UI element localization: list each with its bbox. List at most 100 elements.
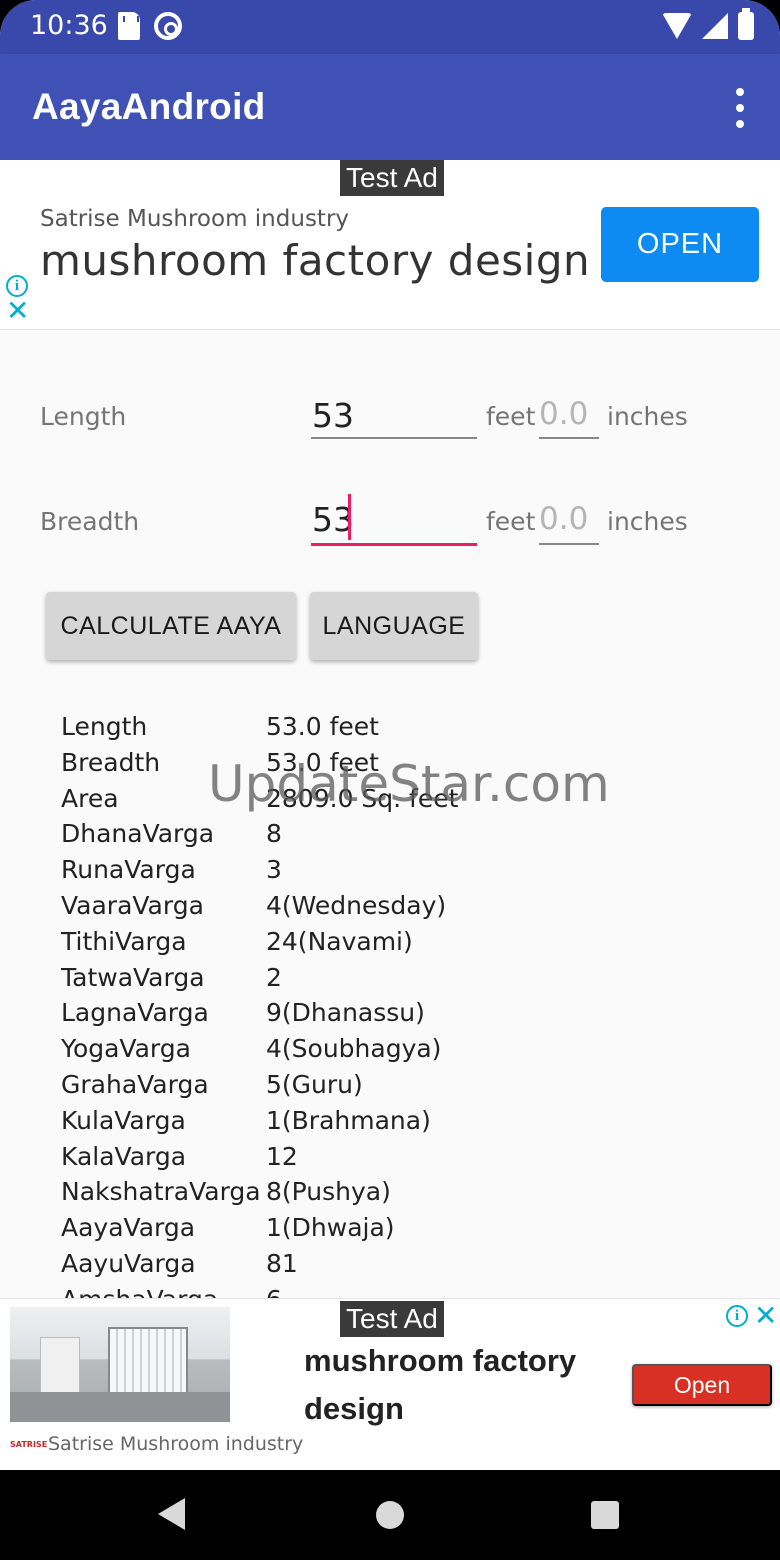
result-value: 81: [266, 1248, 298, 1278]
result-value: 8: [266, 819, 282, 849]
result-value: 1(Brahmana): [266, 1105, 431, 1135]
menu-dot: [736, 88, 744, 96]
ad-close-icon[interactable]: ✕: [754, 1302, 777, 1330]
ad-info-icon[interactable]: i: [726, 1305, 748, 1327]
ad-open-button[interactable]: OPEN: [601, 207, 759, 282]
top-banner-ad[interactable]: Test Ad Satrise Mushroom industry mushro…: [0, 160, 780, 330]
result-value: 9(Dhanassu): [266, 998, 425, 1028]
overflow-menu-icon[interactable]: [728, 88, 752, 128]
length-inches-input[interactable]: 0.0: [539, 396, 588, 432]
phone-screen: 10:36 AayaAndroid Test Ad Satrise Mushro…: [0, 0, 780, 1560]
ad-brand-logo: SATRISE: [10, 1440, 48, 1449]
result-value: 12: [266, 1141, 298, 1171]
breadth-feet-unit: feet: [486, 507, 536, 536]
ad-image-floor: [10, 1392, 230, 1422]
length-label: Length: [40, 402, 127, 431]
app-title: AayaAndroid: [32, 86, 266, 127]
length-feet-unit: feet: [486, 402, 536, 431]
bottom-banner-ad[interactable]: Test Ad SATRISE Satrise Mushroom industr…: [0, 1298, 780, 1470]
result-value: 4(Soubhagya): [266, 1034, 442, 1064]
result-key: Length: [61, 712, 148, 741]
battery-icon: [738, 8, 754, 40]
language-button[interactable]: LANGUAGE: [310, 592, 478, 660]
ad-open-button[interactable]: Open: [632, 1364, 772, 1406]
test-ad-badge: Test Ad: [340, 1301, 444, 1337]
status-bar: 10:36: [0, 0, 780, 54]
result-row: VaaraVarga 4(Wednesday): [61, 891, 761, 927]
breadth-inches-input[interactable]: 0.0: [539, 501, 588, 537]
watermark: UpdateStar.com: [208, 755, 610, 813]
calculate-aaya-button[interactable]: CALCULATE AAYA: [46, 592, 296, 660]
result-row: AmshaVarga 6: [61, 1285, 761, 1298]
ad-advertiser: Satrise Mushroom industry: [48, 1433, 304, 1455]
recents-icon[interactable]: [591, 1501, 619, 1529]
ad-close-icon[interactable]: ✕: [6, 297, 29, 325]
result-row: TatwaVarga 2: [61, 963, 761, 999]
result-key: Area: [61, 783, 119, 813]
breadth-label: Breadth: [40, 507, 140, 536]
length-feet-input[interactable]: 53: [312, 396, 354, 435]
status-notification-icons: [118, 12, 182, 40]
breadth-inches-unit: inches: [607, 507, 688, 536]
back-icon[interactable]: [158, 1498, 185, 1530]
text-cursor: [348, 494, 351, 540]
result-key: KalaVarga: [61, 1141, 187, 1171]
result-row: DhanaVarga 8: [61, 819, 761, 855]
result-key: KulaVarga: [61, 1105, 186, 1135]
breadth-inches-underline: [539, 543, 599, 545]
length-inches-underline: [539, 437, 599, 439]
result-value: 3: [266, 855, 282, 885]
app-bar: AayaAndroid: [0, 54, 780, 160]
menu-dot: [736, 120, 744, 128]
result-row: KalaVarga 12: [61, 1142, 761, 1178]
result-row: RunaVarga 3: [61, 855, 761, 891]
result-key: LagnaVarga: [61, 998, 209, 1028]
result-row: YogaVarga 4(Soubhagya): [61, 1034, 761, 1070]
menu-dot: [736, 104, 744, 112]
result-row: KulaVarga 1(Brahmana): [61, 1106, 761, 1142]
test-ad-badge: Test Ad: [340, 160, 444, 196]
result-value: 8(Pushya): [266, 1177, 391, 1207]
result-value: 24(Navami): [266, 926, 413, 956]
home-icon[interactable]: [376, 1501, 404, 1529]
result-value: 1(Dhwaja): [266, 1213, 395, 1243]
result-value: 6: [266, 1285, 282, 1298]
result-key: Breadth: [61, 747, 161, 777]
result-key: DhanaVarga: [61, 819, 215, 849]
system-nav-bar: [0, 1470, 780, 1560]
result-key: GrahaVarga: [61, 1069, 209, 1099]
cell-signal-icon: [702, 13, 728, 39]
length-feet-underline: [311, 437, 477, 439]
result-row: AayuVarga 81: [61, 1249, 761, 1285]
result-row: NakshatraVarga 8(Pushya): [61, 1177, 761, 1213]
length-inches-unit: inches: [607, 402, 688, 431]
result-value: 5(Guru): [266, 1069, 363, 1099]
sd-card-icon: [118, 12, 140, 40]
result-row: GrahaVarga 5(Guru): [61, 1070, 761, 1106]
result-key: TithiVarga: [61, 926, 187, 956]
result-key: AayaVarga: [61, 1213, 196, 1243]
status-system-icons: [662, 8, 754, 40]
result-key: AayuVarga: [61, 1248, 196, 1278]
result-key: AmshaVarga: [61, 1285, 218, 1298]
result-row: Length 53.0 feet: [61, 712, 761, 748]
result-value: 4(Wednesday): [266, 890, 447, 920]
result-key: RunaVarga: [61, 855, 196, 885]
ad-image-shelf: [40, 1337, 80, 1397]
wifi-icon: [662, 13, 692, 39]
ad-advertiser: Satrise Mushroom industry: [40, 206, 350, 232]
result-value: 2: [266, 962, 282, 992]
ad-headline[interactable]: mushroom factory design: [304, 1337, 604, 1433]
result-key: NakshatraVarga: [61, 1177, 261, 1207]
ad-headline[interactable]: mushroom factory design: [40, 236, 590, 285]
result-row: AayaVarga 1(Dhwaja): [61, 1213, 761, 1249]
result-key: TatwaVarga: [61, 962, 205, 992]
result-key: VaaraVarga: [61, 890, 204, 920]
result-value: 53.0 feet: [266, 712, 379, 741]
result-row: LagnaVarga 9(Dhanassu): [61, 998, 761, 1034]
at-sign-icon: [154, 12, 182, 40]
result-key: YogaVarga: [61, 1034, 191, 1064]
breadth-feet-underline: [311, 543, 477, 546]
result-row: TithiVarga 24(Navami): [61, 927, 761, 963]
ad-factory-image[interactable]: [10, 1307, 230, 1422]
